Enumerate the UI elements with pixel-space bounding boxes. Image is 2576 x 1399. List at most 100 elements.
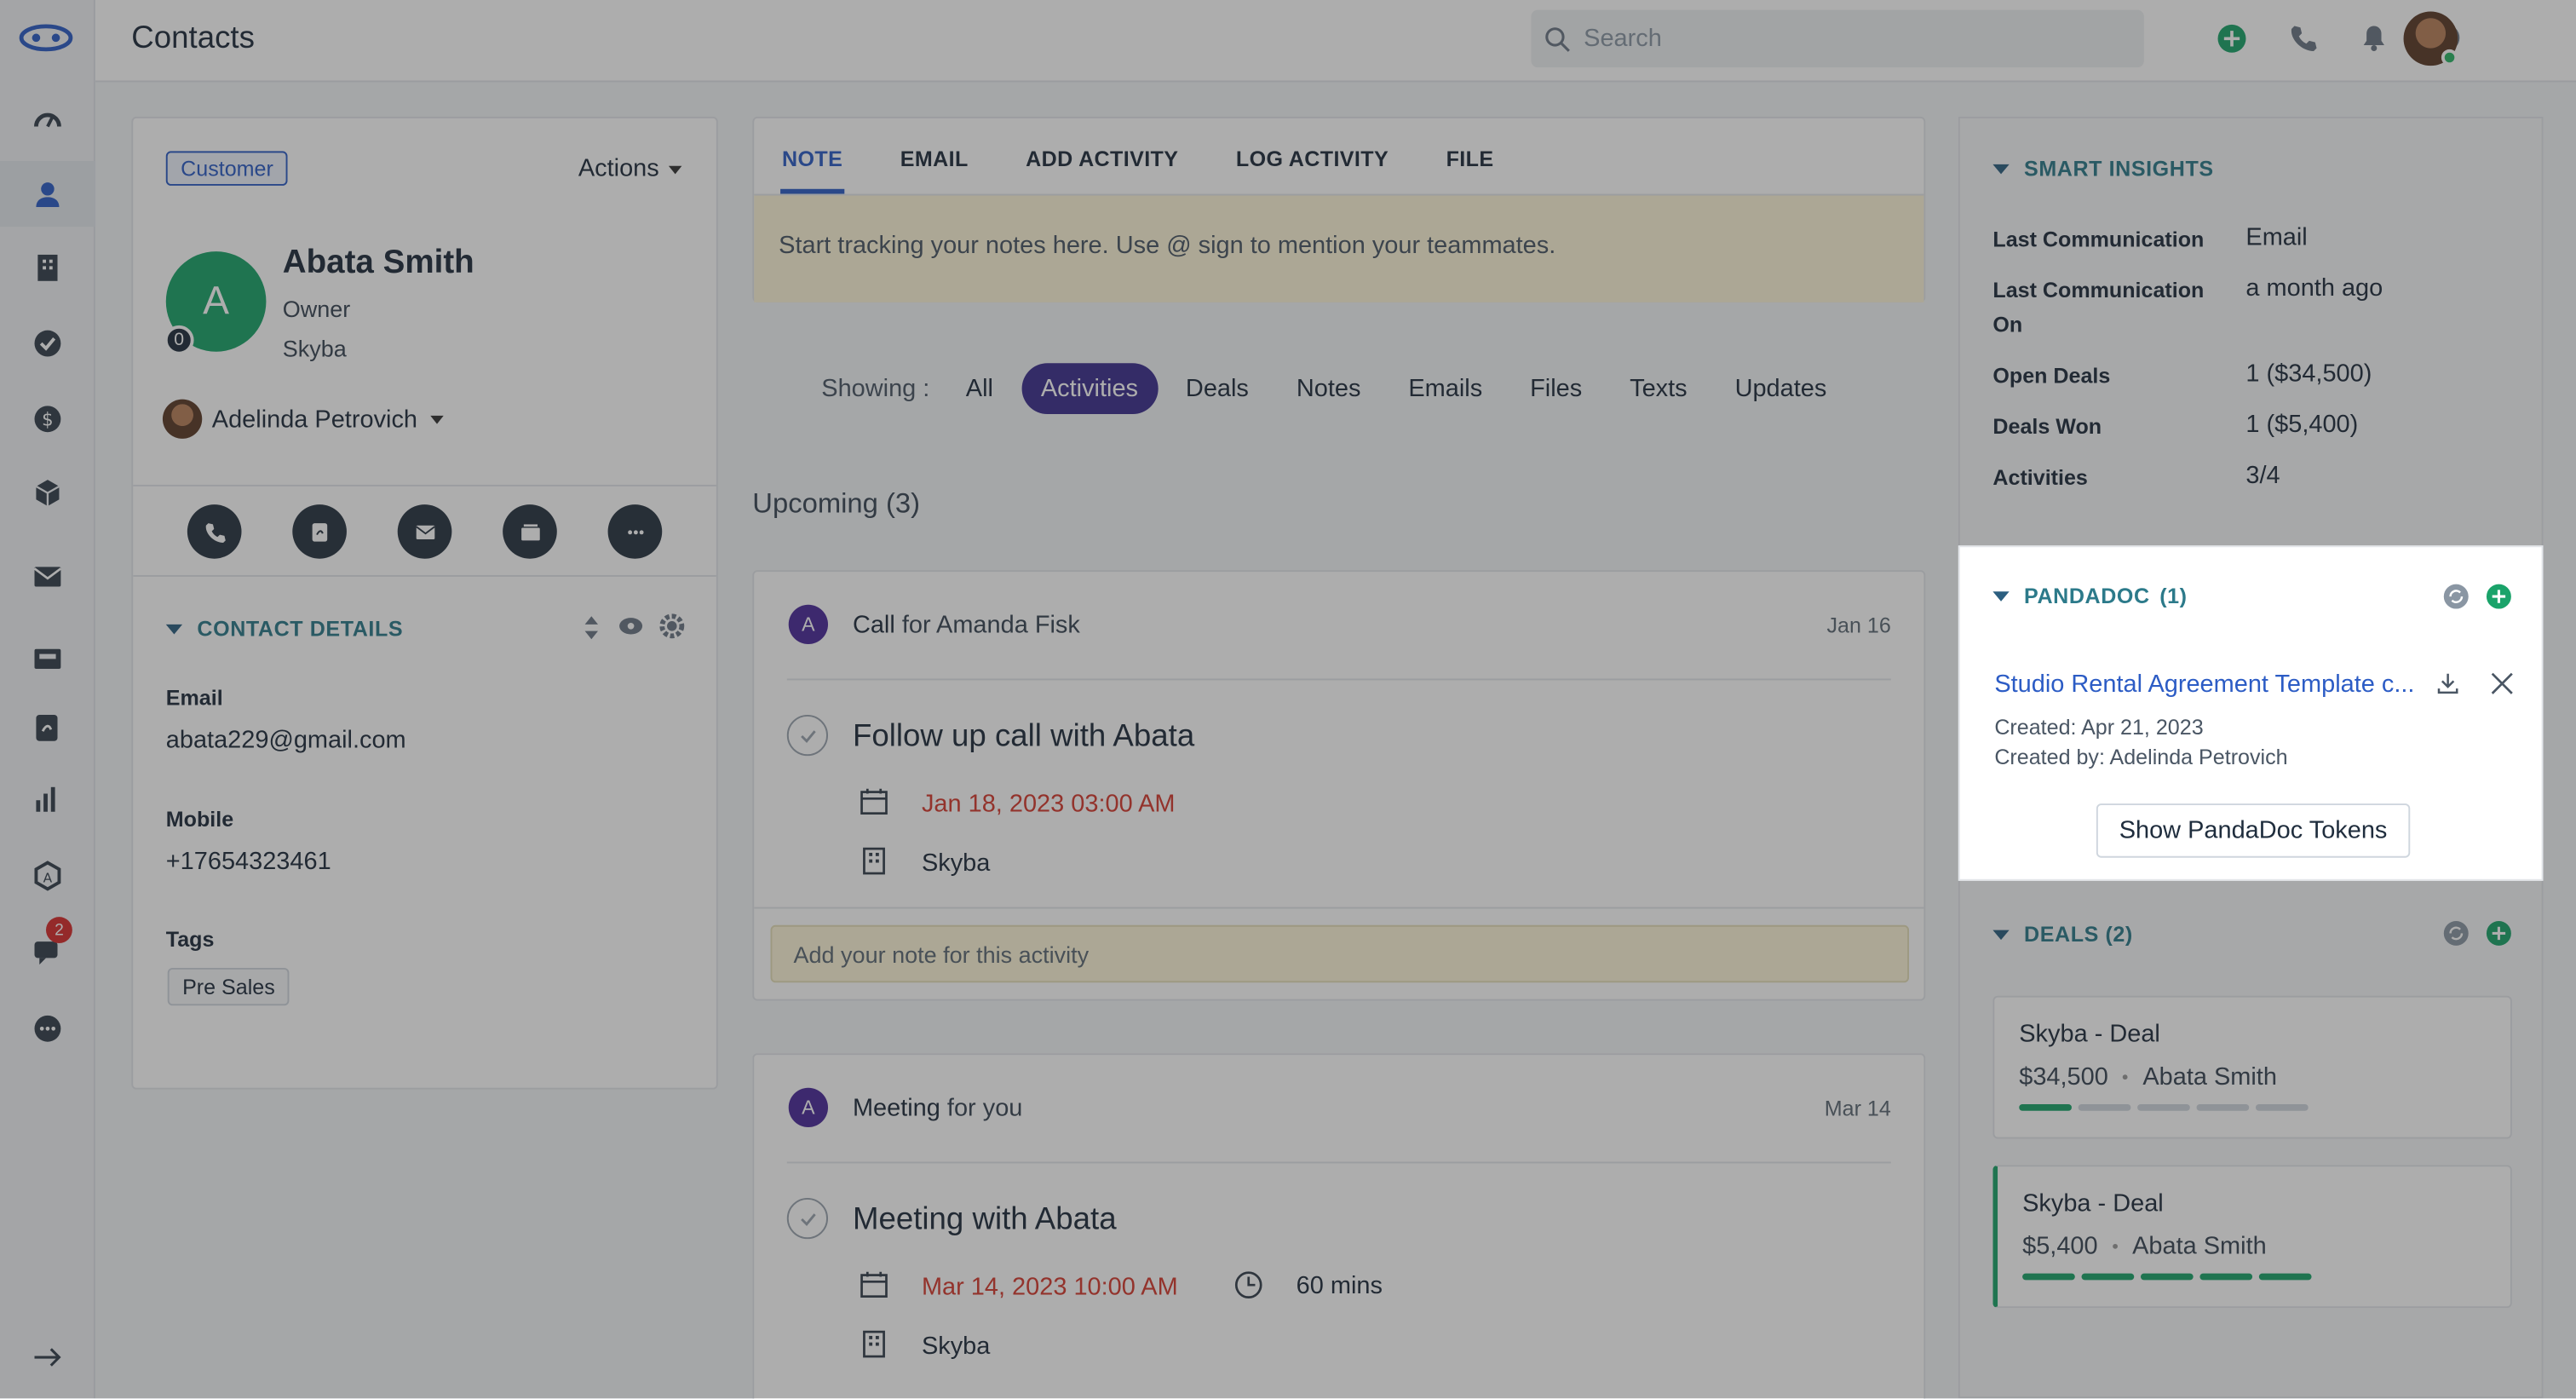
timeline-filters: Showing : All Activities Deals Notes Ema… — [821, 363, 1874, 415]
actions-dropdown[interactable]: Actions — [578, 154, 682, 182]
activity-header: Meeting for you — [853, 1094, 1022, 1122]
activity-note-input[interactable]: Add your note for this activity — [770, 924, 1910, 983]
deals-toggle[interactable]: DEALS (2) — [1992, 922, 2132, 947]
insight-value: a month ago — [2245, 274, 2383, 302]
deal-name[interactable]: Skyba - Deal — [2019, 1021, 2160, 1049]
close-icon[interactable] — [2491, 672, 2514, 695]
more-actions-button[interactable] — [607, 504, 663, 559]
contact-company[interactable]: Skyba — [283, 335, 347, 361]
quick-add-button[interactable] — [2213, 20, 2249, 55]
check-icon — [800, 1212, 815, 1225]
filter-activities[interactable]: Activities — [1021, 363, 1159, 415]
filter-all[interactable]: All — [966, 375, 993, 403]
activity-company[interactable]: Skyba — [922, 1333, 990, 1361]
refresh-icon[interactable] — [2443, 584, 2470, 610]
filter-files[interactable]: Files — [1530, 375, 1582, 403]
refresh-icon[interactable] — [2443, 920, 2470, 947]
sidebar-item-dashboard[interactable] — [0, 87, 95, 153]
caret-down-icon — [1992, 590, 2010, 601]
sidebar-item-more[interactable] — [0, 996, 95, 1062]
owner-name: Adelinda Petrovich — [211, 405, 418, 434]
call-button[interactable] — [187, 504, 242, 559]
activity-card: A Call for Amanda Fisk Jan 16 Follow up … — [752, 570, 1926, 1001]
search-input[interactable] — [1584, 24, 2110, 53]
freshsales-logo-icon[interactable] — [18, 20, 74, 55]
stage-segment — [2255, 1104, 2309, 1111]
tab-add-activity[interactable]: ADD ACTIVITY — [1026, 118, 1178, 194]
download-icon[interactable] — [2436, 672, 2459, 695]
add-document-icon[interactable] — [2486, 584, 2512, 610]
email-label: Email — [165, 685, 223, 711]
sidebar-item-email[interactable] — [0, 544, 95, 609]
sidebar-item-tasks[interactable] — [0, 311, 95, 377]
tag-chip[interactable]: Pre Sales — [167, 967, 290, 1006]
insight-value: 3/4 — [2245, 461, 2280, 490]
sidebar-item-accounts[interactable] — [0, 235, 95, 301]
gear-icon[interactable] — [658, 613, 685, 639]
activity-for: for Amanda Fisk — [901, 611, 1080, 640]
filter-updates[interactable]: Updates — [1735, 375, 1827, 403]
check-circle-icon — [34, 330, 61, 357]
filter-notes[interactable]: Notes — [1297, 375, 1361, 403]
upcoming-heading: Upcoming (3) — [752, 487, 921, 520]
document-link[interactable]: Studio Rental Agreement Template c... — [1994, 671, 2414, 699]
deal-card[interactable]: Skyba - Deal $5,400 Abata Smith — [1992, 1165, 2512, 1309]
sidebar-item-inbox[interactable] — [0, 626, 95, 692]
filter-emails[interactable]: Emails — [1408, 375, 1482, 403]
lifecycle-badge[interactable]: Customer — [165, 151, 289, 186]
tab-file[interactable]: FILE — [1446, 118, 1494, 194]
activity-title[interactable]: Meeting with Abata — [853, 1203, 1117, 1239]
sidebar-item-documents[interactable] — [0, 695, 95, 761]
phone-icon — [204, 522, 225, 543]
insight-label: Open Deals — [1992, 363, 2111, 389]
activity-title[interactable]: Follow up call with Abata — [853, 720, 1194, 756]
mark-complete-button[interactable] — [786, 1197, 829, 1240]
sequence-button[interactable] — [503, 504, 557, 559]
sidebar-item-contacts[interactable] — [0, 161, 95, 227]
contact-details-heading: CONTACT DETAILS — [197, 616, 404, 642]
deal-stage-progress — [2019, 1104, 2314, 1111]
pandadoc-toggle[interactable]: PANDADOC (1) — [1992, 584, 2187, 608]
note-input[interactable]: Start tracking your notes here. Use @ si… — [754, 193, 1924, 302]
show-pandadoc-tokens-button[interactable]: Show PandaDoc Tokens — [2096, 803, 2411, 858]
sidebar-item-reports[interactable] — [0, 766, 95, 832]
phone-button[interactable] — [2286, 20, 2321, 55]
divider — [133, 575, 716, 577]
deal-card[interactable]: Skyba - Deal $34,500 Abata Smith — [1992, 995, 2512, 1139]
tab-email[interactable]: EMAIL — [900, 118, 969, 194]
deal-name[interactable]: Skyba - Deal — [2022, 1189, 2164, 1218]
owner-selector[interactable]: Adelinda Petrovich — [162, 399, 444, 439]
insight-label: Last Communication — [1992, 227, 2205, 252]
sidebar-expand-button[interactable] — [0, 1324, 95, 1390]
filter-texts[interactable]: Texts — [1630, 375, 1688, 403]
filter-deals[interactable]: Deals — [1186, 375, 1249, 403]
notifications-button[interactable] — [2356, 20, 2392, 55]
add-deal-icon[interactable] — [2486, 920, 2512, 947]
send-document-button[interactable] — [292, 504, 347, 559]
pandadoc-panel: PANDADOC (1) Studio Rental Agreement Tem… — [1958, 545, 2544, 881]
svg-text:$: $ — [42, 410, 53, 431]
eye-icon[interactable] — [618, 616, 644, 636]
contact-details-toggle[interactable]: CONTACT DETAILS — [165, 616, 404, 642]
email-button[interactable] — [397, 504, 452, 559]
sidebar-item-ai[interactable]: A — [0, 843, 95, 908]
svg-text:A: A — [43, 871, 53, 886]
mark-complete-button[interactable] — [786, 714, 829, 757]
stage-segment — [2019, 1104, 2072, 1111]
deal-amount: $5,400 — [2022, 1232, 2098, 1261]
tab-log-activity[interactable]: LOG ACTIVITY — [1236, 118, 1389, 194]
document-sign-icon — [311, 522, 327, 541]
email-value[interactable]: abata229@gmail.com — [166, 726, 406, 754]
sidebar-item-products[interactable] — [0, 460, 95, 526]
tab-note[interactable]: NOTE — [780, 118, 844, 194]
sort-fields-icon[interactable] — [582, 614, 601, 641]
insight-value: 1 ($34,500) — [2245, 360, 2372, 389]
activity-company[interactable]: Skyba — [922, 849, 990, 878]
stage-segment — [2258, 1273, 2312, 1281]
separator-dot — [2112, 1243, 2118, 1249]
mobile-value[interactable]: +17654323461 — [166, 848, 331, 876]
sidebar-item-deals[interactable]: $ — [0, 386, 95, 452]
activity-due: Mar 14, 2023 10:00 AM — [921, 1273, 1178, 1302]
global-search[interactable] — [1531, 9, 2144, 68]
smart-insights-toggle[interactable]: SMART INSIGHTS — [1992, 156, 2213, 181]
